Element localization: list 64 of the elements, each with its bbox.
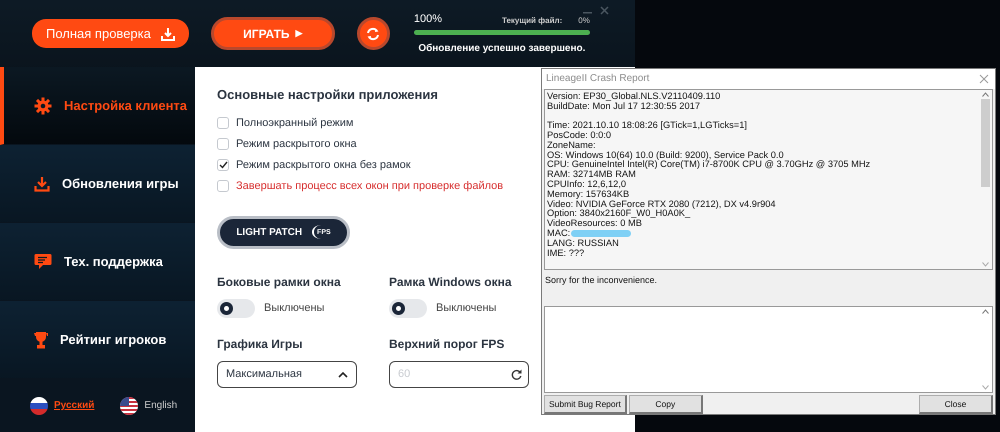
setting-title: Графика Игры	[217, 336, 302, 352]
chat-icon	[34, 253, 52, 270]
setting-title: Боковые рамки окна	[217, 274, 341, 290]
report-line: Time: 2021.10.10 18:08:26 [GTick=1,LGTicks=1]	[547, 120, 747, 130]
scrollbar-thumb[interactable]	[980, 98, 990, 187]
current-file-label: Текущий файл:	[502, 15, 562, 28]
report-line: CPU: GenuineIntel Intel(R) Core(TM) i7-8700K CPU @ 3.70GHz @ 3705 MHz	[547, 159, 870, 170]
scroll-down-icon	[982, 262, 988, 267]
report-line: RAM: 32714MB RAM	[547, 169, 636, 180]
progress-percent: 100%	[414, 12, 442, 27]
toggle-label: Выключены	[436, 300, 496, 316]
trophy-icon	[34, 330, 48, 348]
toggle-label: Выключены	[264, 300, 324, 316]
sidebar-item[interactable]: Настройка клиента	[0, 67, 195, 145]
language-link[interactable]: Русский	[30, 396, 94, 414]
report-line: VideoResources: 0 MB	[547, 218, 642, 228]
checkbox-label: Режим раскрытого окна без рамок	[236, 158, 411, 173]
submit-button[interactable]: Submit Bug Report	[544, 395, 627, 414]
report-line: MAC:	[547, 228, 570, 238]
flag-icon	[30, 396, 48, 414]
setting-title: Рамка Windows окна	[389, 274, 512, 290]
flag-icon	[120, 396, 138, 414]
graphics-select[interactable]: Максимальная	[217, 360, 357, 388]
section-title: Основные настройки приложения	[217, 86, 438, 104]
close-icon	[979, 74, 989, 84]
checkbox[interactable]	[217, 138, 229, 150]
report-line: OS: Windows 10(64) 10.0 (Build: 9200), Service Pack 0.0	[547, 150, 784, 160]
refresh-button[interactable]	[356, 17, 390, 50]
report-line: CPUInfo: 12,6,12,0	[547, 179, 626, 190]
checkbox-label: Полноэкранный режим	[236, 116, 354, 131]
language-link[interactable]: English	[120, 396, 178, 414]
close-button[interactable]: Close	[919, 395, 993, 414]
gear-icon	[34, 96, 52, 114]
report-line: BuildDate: Mon Jul 17 12:30:55 2017	[547, 100, 700, 111]
report-line: Memory: 157634KB	[547, 188, 630, 199]
report-line: IME: ???	[547, 248, 584, 258]
close-icon	[600, 6, 609, 15]
checkbox[interactable]	[217, 159, 229, 171]
report-line: LANG: RUSSIAN	[547, 238, 619, 248]
checkbox[interactable]	[217, 180, 229, 192]
toggle-switch[interactable]	[217, 298, 255, 318]
report-line: Option: 3840x2160F_W0_H0A0K_	[547, 208, 690, 218]
checkbox-label: Завершать процесс всех окон при проверке файлов	[236, 178, 504, 194]
setting-title: Верхний порог FPS	[389, 336, 504, 352]
scroll-down-icon	[982, 385, 988, 390]
download-icon	[160, 26, 175, 40]
report-line: Video: NVIDIA GeForce RTX 2080 (7212), DX v4.9r904	[547, 198, 776, 209]
checkbox[interactable]	[217, 117, 229, 129]
refresh-icon	[511, 368, 522, 380]
download-icon	[34, 176, 50, 192]
checkbox-label: Режим раскрытого окна	[236, 136, 357, 152]
copy-button[interactable]: Copy	[628, 395, 703, 414]
dialog-title: LineageII Crash Report	[546, 72, 650, 86]
dialog-message: Sorry for the inconvenience.	[544, 274, 658, 287]
toggle-switch[interactable]	[389, 298, 427, 318]
current-file-percent: 0%	[578, 15, 590, 28]
scroll-up-icon	[982, 308, 988, 314]
scroll-up-icon	[982, 92, 988, 97]
report-line: PosCode: 0:0:0	[547, 130, 612, 140]
report-line: Version: EP30_Global.NLS.V2110409.110	[547, 90, 720, 101]
report-line: ZoneName:	[547, 140, 596, 150]
update-status: Обновление успешно завершено.	[417, 42, 586, 56]
refresh-icon	[366, 26, 380, 40]
comment-field[interactable]	[544, 306, 993, 394]
